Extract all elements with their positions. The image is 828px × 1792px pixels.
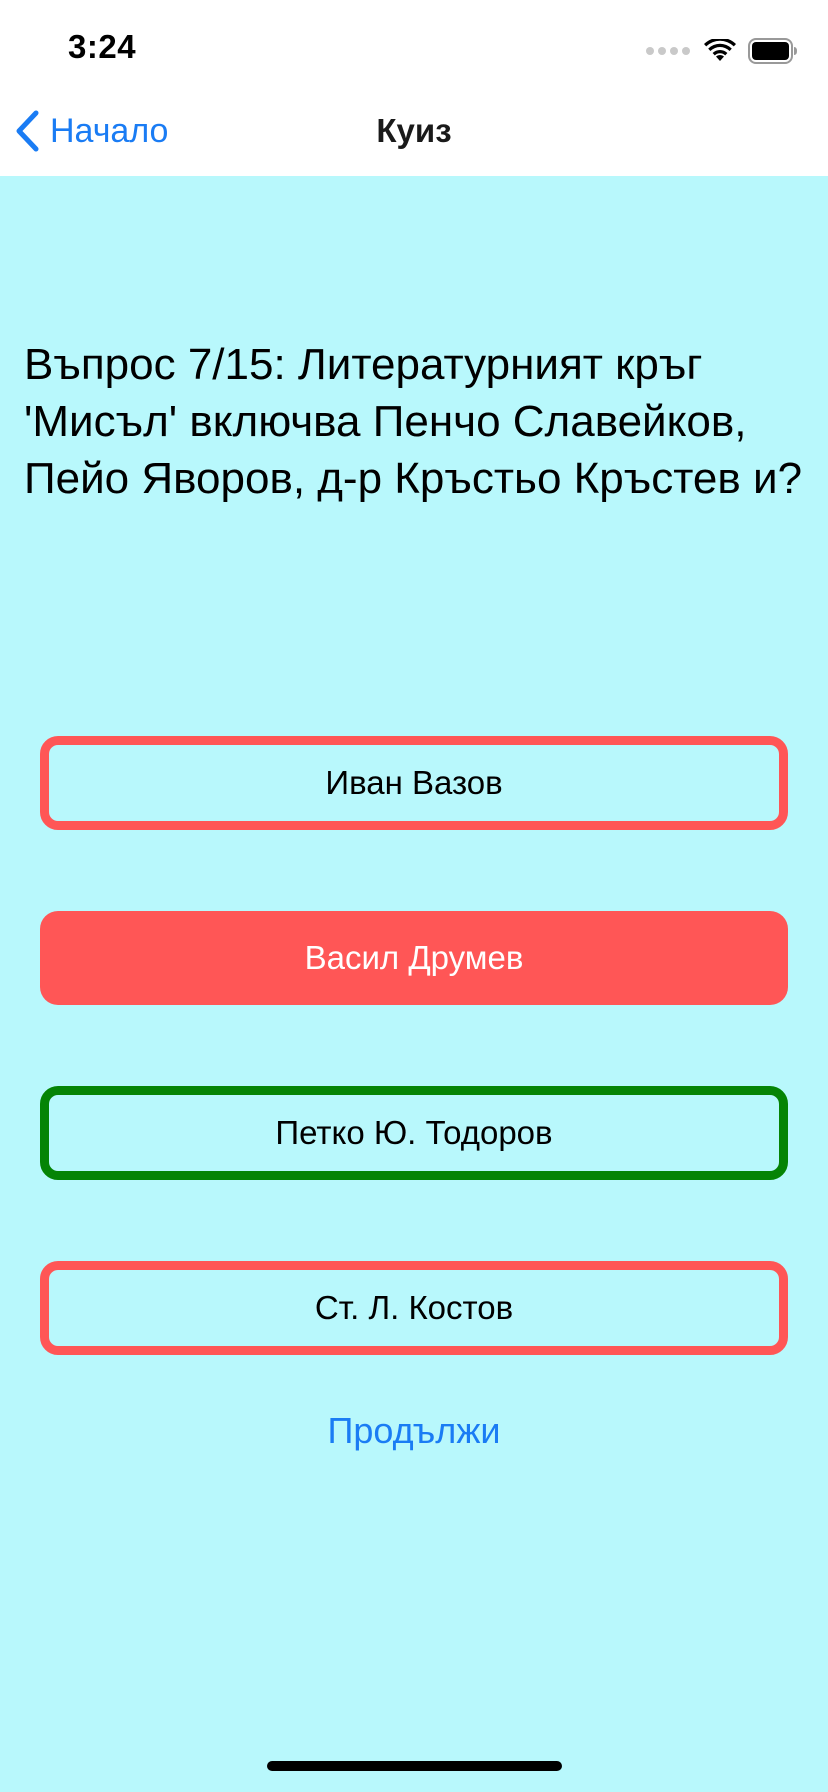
page-title: Куиз xyxy=(376,112,452,149)
answer-label: Иван Вазов xyxy=(325,764,503,801)
answer-button-2[interactable]: Васил Друмев xyxy=(40,911,788,1005)
status-time: 3:24 xyxy=(68,28,137,65)
answer-button-3[interactable]: Петко Ю. Тодоров xyxy=(40,1086,788,1180)
answer-label: Васил Друмев xyxy=(304,939,524,976)
question-text: Въпрос 7/15: Литературният кръг 'Мисъл' … xyxy=(24,340,803,503)
home-indicator xyxy=(267,1761,562,1771)
battery-icon xyxy=(748,38,797,64)
answer-button-4[interactable]: Ст. Л. Костов xyxy=(40,1261,788,1355)
wifi-icon xyxy=(704,39,736,61)
status-icons xyxy=(646,36,798,66)
continue-button[interactable]: Продължи xyxy=(0,1410,828,1452)
answer-label: Ст. Л. Костов xyxy=(314,1289,514,1326)
top-bar: 3:24 Начало Куиз xyxy=(0,0,828,176)
answer-label: Петко Ю. Тодоров xyxy=(275,1114,553,1151)
cellular-signal-icon xyxy=(646,47,690,55)
answer-button-1[interactable]: Иван Вазов xyxy=(40,736,788,830)
